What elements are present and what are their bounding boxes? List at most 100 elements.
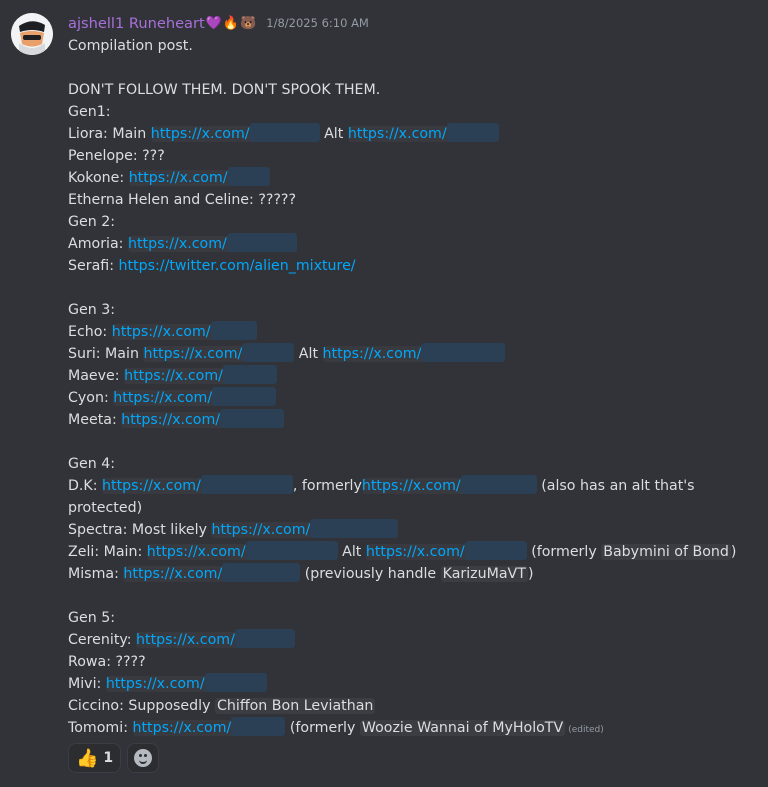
message-link[interactable]: https://x.com/ [102, 475, 293, 494]
message-line: Gen 3: [68, 299, 758, 321]
message-text: Gen 3: [68, 302, 116, 318]
redacted-handle [231, 717, 286, 736]
avatar-image [11, 13, 53, 55]
message-line: Serafi: https://twitter.com/alien_mixtur… [68, 255, 758, 277]
message-line: Gen 5: [68, 607, 758, 629]
message-link[interactable]: https://x.com/ [124, 365, 277, 384]
message-line: Kokone: https://x.com/ [68, 167, 758, 189]
message-line: D.K: https://x.com/, formerlyhttps://x.c… [68, 475, 758, 497]
message-text: Maeve: [68, 368, 125, 384]
redacted-handle [249, 123, 320, 142]
link-text: https://x.com/ [132, 720, 232, 736]
message-link[interactable]: https://x.com/ [132, 717, 286, 736]
message-text: ) [730, 544, 737, 560]
message-link[interactable]: https://x.com/ [111, 321, 257, 340]
message-text: Tomomi: [68, 720, 133, 736]
message-line: Penelope: ??? [68, 145, 758, 167]
link-text: https://x.com/ [211, 522, 311, 538]
redacted-handle [226, 233, 297, 252]
message-text: Alt [319, 126, 348, 142]
message-link[interactable]: https://x.com/ [121, 409, 285, 428]
message-text: (previously handle [300, 566, 441, 582]
add-reaction-button[interactable] [127, 743, 160, 773]
redacted-handle [222, 365, 277, 384]
message-link[interactable]: https://x.com/ [361, 475, 537, 494]
username[interactable]: ajshell1 Runeheart [68, 15, 205, 32]
message-text: DON'T FOLLOW THEM. DON'T SPOOK THEM. [68, 82, 381, 98]
link-text: https://x.com/ [105, 676, 205, 692]
message-line: protected) [68, 497, 758, 519]
message-link[interactable]: https://x.com/ [146, 541, 338, 560]
redacted-handle [460, 475, 537, 494]
message-text: Alt [337, 544, 366, 560]
link-text: https://x.com/ [322, 346, 422, 362]
redacted-handle [204, 673, 267, 692]
message-line: Ciccino: Supposedly Chiffon Bon Leviatha… [68, 695, 758, 717]
message-text: Zeli: Main: [68, 544, 147, 560]
message-line: Mivi: https://x.com/ [68, 673, 758, 695]
redacted-handle [212, 387, 277, 406]
message-text: Compilation post. [68, 38, 193, 54]
message-text: Liora: Main [68, 126, 151, 142]
redacted-handle [220, 409, 285, 428]
message-link[interactable]: https://x.com/ [365, 541, 527, 560]
message-link[interactable]: https://x.com/ [127, 233, 297, 252]
message-link[interactable]: https://x.com/ [211, 519, 399, 538]
message-link[interactable]: https://x.com/ [113, 387, 277, 406]
message-line: Echo: https://x.com/ [68, 321, 758, 343]
message-line: Suri: Main https://x.com/ Alt https://x.… [68, 343, 758, 365]
message-link[interactable]: https://x.com/ [105, 673, 267, 692]
link-text: https://x.com/ [150, 126, 250, 142]
highlighted-name: Chiffon Bon Leviathan [215, 698, 376, 714]
reaction-count: 1 [103, 750, 114, 766]
message-link[interactable]: https://twitter.com/alien_mixture/ [119, 258, 356, 274]
thumbs-up-icon: 👍 [76, 747, 99, 769]
chat-message: ajshell1 Runeheart 💜 🔥 🐻 1/8/2025 6:10 A… [0, 0, 768, 787]
message-line: Spectra: Most likely https://x.com/ [68, 519, 758, 541]
message-text: , formerly [292, 478, 362, 494]
add-reaction-smiley-icon [134, 749, 153, 767]
message-line: Misma: https://x.com/ (previously handle… [68, 563, 758, 585]
message-link[interactable]: https://x.com/ [136, 629, 295, 648]
message-line: Tomomi: https://x.com/ (formerly Woozie … [68, 717, 758, 741]
message-text: Cerenity: [68, 632, 137, 648]
timestamp: 1/8/2025 6:10 AM [266, 16, 369, 30]
message-line: Cerenity: https://x.com/ [68, 629, 758, 651]
message-line: Meeta: https://x.com/ [68, 409, 758, 431]
link-text: https://x.com/ [123, 566, 223, 582]
message-link[interactable]: https://x.com/ [150, 123, 320, 142]
message-text: ) [527, 566, 534, 582]
message-text: (also has an alt that's [536, 478, 695, 494]
message-text: Kokone: [68, 170, 129, 186]
message-text: Gen 2: [68, 214, 116, 230]
message-link[interactable]: https://x.com/ [128, 167, 270, 186]
message-link[interactable]: https://x.com/ [143, 343, 295, 362]
message-line: Gen1: [68, 101, 758, 123]
message-link[interactable]: https://x.com/ [322, 343, 506, 362]
message-link[interactable]: https://x.com/ [123, 563, 301, 582]
link-text: https://x.com/ [136, 632, 235, 648]
reaction-thumbs-up[interactable]: 👍 1 [68, 743, 122, 773]
link-text: https://x.com/ [127, 236, 227, 252]
link-text: https://x.com/ [361, 478, 461, 494]
message-text: Gen 4: [68, 456, 116, 472]
redacted-handle [446, 123, 499, 142]
message-text: Cyon: [68, 390, 114, 406]
link-text: https://x.com/ [146, 544, 246, 560]
message-text: Penelope: ??? [68, 148, 165, 164]
user-avatar[interactable] [11, 13, 53, 55]
link-text: https://x.com/ [111, 324, 211, 340]
purple-heart-icon: 💜 [205, 15, 222, 31]
redacted-handle [242, 343, 295, 362]
redacted-handle [234, 629, 295, 648]
link-text: https://x.com/ [121, 412, 221, 428]
message-line [68, 431, 758, 453]
message-line: Liora: Main https://x.com/ Alt https://x… [68, 123, 758, 145]
link-text: https://x.com/ [143, 346, 243, 362]
message-text: (formerly [526, 544, 602, 560]
message-line [68, 57, 758, 79]
link-text: https://twitter.com/alien_mixture/ [118, 258, 356, 274]
highlighted-name: Woozie Wannai of MyHoloTV [359, 720, 566, 736]
message-line: Compilation post. [68, 35, 758, 57]
message-link[interactable]: https://x.com/ [347, 123, 499, 142]
